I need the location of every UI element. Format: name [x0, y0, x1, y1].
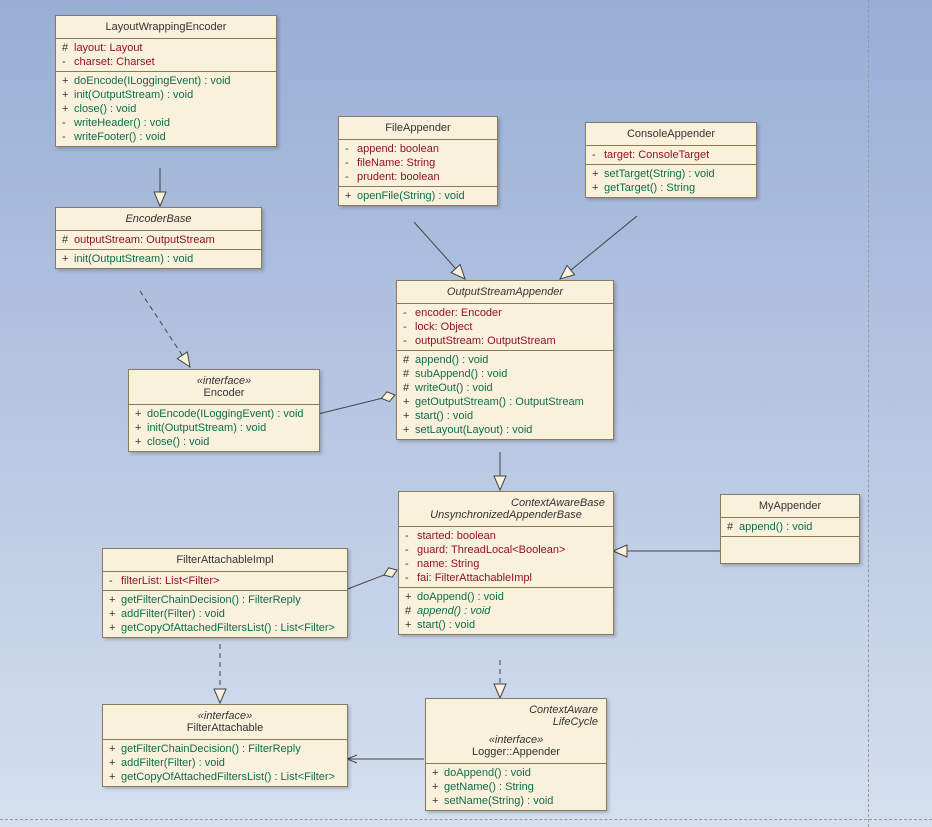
class-filter-attachable-impl[interactable]: FilterAttachableImpl -filterList: List<F… [102, 548, 348, 638]
class-name: Encoder [137, 387, 311, 399]
class-file-appender[interactable]: FileAppender -append: boolean -fileName:… [338, 116, 498, 206]
interface-encoder[interactable]: «interface»Encoder +doEncode(ILoggingEve… [128, 369, 320, 452]
class-name: FileAppender [347, 122, 489, 134]
class-name: EncoderBase [64, 213, 253, 225]
class-layout-wrapping-encoder[interactable]: LayoutWrappingEncoder #layout: Layout -c… [55, 15, 277, 147]
operations: +doEncode(ILoggingEvent) : void +init(Ou… [56, 72, 276, 146]
interface-filter-attachable[interactable]: «interface»FilterAttachable +getFilterCh… [102, 704, 348, 787]
class-name: ConsoleAppender [594, 128, 748, 140]
class-unsynchronized-appender-base[interactable]: ContextAwareBaseUnsynchronizedAppenderBa… [398, 491, 614, 635]
class-name: MyAppender [729, 500, 851, 512]
class-name: Logger::Appender [434, 746, 598, 758]
class-my-appender[interactable]: MyAppender #append() : void [720, 494, 860, 564]
interface-logger-appender[interactable]: ContextAwareLifeCycle «interface»Logger:… [425, 698, 607, 811]
class-name: UnsynchronizedAppenderBase [407, 509, 605, 521]
class-output-stream-appender[interactable]: OutputStreamAppender -encoder: Encoder -… [396, 280, 614, 440]
class-console-appender[interactable]: ConsoleAppender -target: ConsoleTarget +… [585, 122, 757, 198]
class-encoder-base[interactable]: EncoderBase #outputStream: OutputStream … [55, 207, 262, 269]
class-name: FilterAttachableImpl [111, 554, 339, 566]
canvas-divider-vertical [868, 0, 869, 827]
class-name: OutputStreamAppender [405, 286, 605, 298]
class-name: FilterAttachable [111, 722, 339, 734]
attributes: #layout: Layout -charset: Charset [56, 39, 276, 72]
canvas-divider-horizontal [0, 819, 932, 820]
class-name: LayoutWrappingEncoder [64, 21, 268, 33]
